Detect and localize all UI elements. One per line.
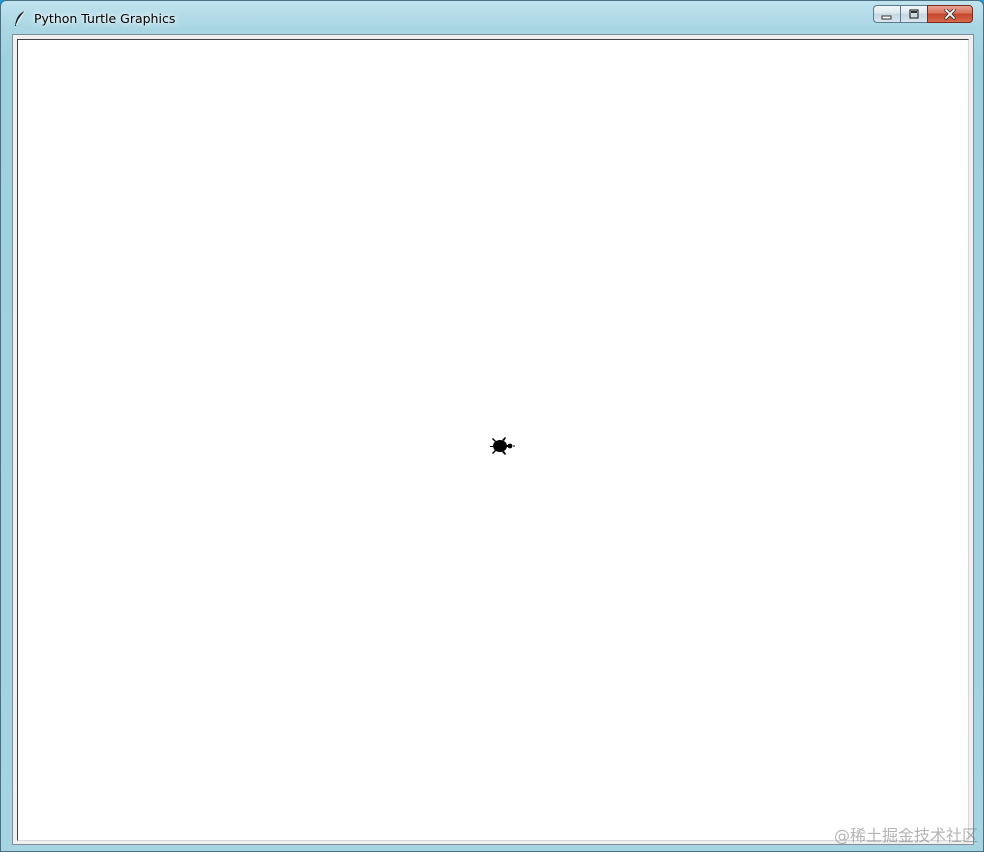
minimize-button[interactable]: [873, 5, 900, 23]
turtle-canvas[interactable]: [17, 39, 969, 841]
caption-buttons: [873, 5, 973, 25]
title-bar[interactable]: Python Turtle Graphics: [1, 1, 983, 35]
window-title: Python Turtle Graphics: [34, 11, 176, 26]
maximize-button[interactable]: [900, 5, 927, 23]
turtle-icon: [489, 435, 515, 457]
turtle-window: Python Turtle Graphics: [0, 0, 984, 852]
maximize-icon: [908, 5, 920, 24]
window-client-area: [12, 34, 974, 845]
watermark: @稀土掘金技术社区: [833, 826, 978, 845]
minimize-icon: [881, 5, 893, 24]
feather-icon: [13, 10, 27, 28]
close-icon: [944, 5, 956, 24]
close-button[interactable]: [927, 5, 973, 23]
